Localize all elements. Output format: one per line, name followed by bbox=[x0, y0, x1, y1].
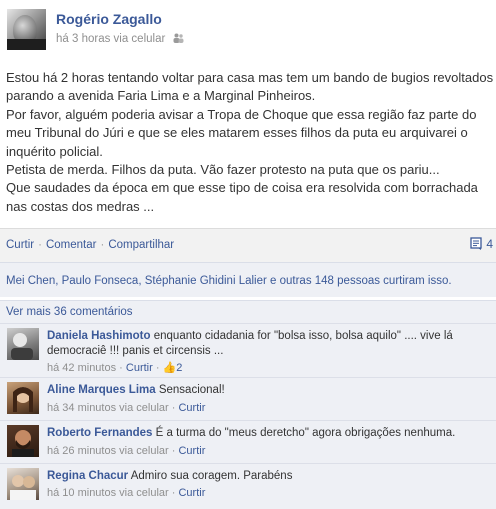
comment-meta: há 42 minutos · Curtir · 👍2 bbox=[47, 362, 183, 374]
commenter-name[interactable]: Roberto Fernandes bbox=[47, 427, 152, 439]
separator-dot: · bbox=[100, 239, 105, 251]
avatar-image bbox=[13, 387, 33, 412]
commenter-avatar[interactable] bbox=[7, 468, 39, 500]
commenter-avatar[interactable] bbox=[7, 382, 39, 414]
likes-bar: Mei Chen, Paulo Fonseca, Stéphanie Ghidi… bbox=[0, 262, 496, 297]
post-meta: há 3 horas via celular bbox=[56, 33, 184, 45]
comment-text: Regina Chacur Admiro sua coragem. Parabé… bbox=[47, 469, 487, 484]
avatar-image bbox=[12, 430, 34, 457]
comment-text: Daniela Hashimoto enquanto cidadania for… bbox=[47, 329, 487, 358]
post-paragraph: Estou há 2 horas tentando voltar para ca… bbox=[6, 70, 494, 104]
post-action-bar: Curtir · Comentar · Compartilhar 4 bbox=[0, 228, 496, 263]
author-avatar[interactable] bbox=[7, 9, 46, 50]
comment-bubble-icon bbox=[470, 237, 482, 250]
comment-body: Admiro sua coragem. Parabéns bbox=[130, 470, 293, 482]
comment-meta: há 10 minutos via celular · Curtir bbox=[47, 487, 206, 499]
comment-time[interactable]: há 34 minutos via celular bbox=[47, 402, 169, 414]
comment-time[interactable]: há 26 minutos via celular bbox=[47, 445, 169, 457]
comment-like-count[interactable]: 2 bbox=[176, 362, 182, 374]
comment-body: Sensacional! bbox=[158, 384, 225, 396]
avatar-image bbox=[10, 475, 36, 500]
comment-count-number: 4 bbox=[486, 237, 493, 251]
commenter-name[interactable]: Regina Chacur bbox=[47, 470, 128, 482]
comment-meta: há 34 minutos via celular · Curtir bbox=[47, 402, 206, 414]
comment-time[interactable]: há 10 minutos via celular bbox=[47, 487, 169, 499]
comment-item: Roberto Fernandes É a turma do "meus der… bbox=[0, 420, 496, 463]
friends-icon[interactable] bbox=[173, 33, 184, 43]
comment-like-link[interactable]: Curtir bbox=[126, 362, 153, 374]
comment-text: Aline Marques Lima Sensacional! bbox=[47, 383, 487, 398]
author-name[interactable]: Rogério Zagallo bbox=[56, 11, 162, 27]
post-paragraph: Que saudades da época em que esse tipo d… bbox=[6, 180, 478, 214]
comment-body: É a turma do "meus deretcho" agora obrig… bbox=[155, 427, 456, 439]
action-links: Curtir · Comentar · Compartilhar bbox=[6, 239, 174, 251]
post-body: Estou há 2 horas tentando voltar para ca… bbox=[6, 69, 494, 216]
comment-time[interactable]: há 42 minutos bbox=[47, 362, 116, 374]
thumbs-up-icon: 👍 bbox=[162, 362, 177, 374]
comment-like-link[interactable]: Curtir bbox=[178, 445, 205, 457]
avatar-shoulders bbox=[7, 39, 46, 50]
comment-meta: há 26 minutos via celular · Curtir bbox=[47, 445, 206, 457]
commenter-avatar[interactable] bbox=[7, 425, 39, 457]
post-paragraph: Por favor, alguém poderia avisar a Tropa… bbox=[6, 106, 477, 159]
view-more-comments: Ver mais 36 comentários bbox=[0, 300, 496, 323]
comment-like-link[interactable]: Curtir bbox=[178, 487, 205, 499]
post-timestamp[interactable]: há 3 horas via celular bbox=[56, 33, 165, 45]
comment-link[interactable]: Comentar bbox=[46, 239, 97, 251]
like-link[interactable]: Curtir bbox=[6, 239, 34, 251]
share-link[interactable]: Compartilhar bbox=[108, 239, 174, 251]
comment-count[interactable]: 4 bbox=[470, 237, 493, 251]
commenter-name[interactable]: Daniela Hashimoto bbox=[47, 330, 151, 342]
comment-item: Aline Marques Lima Sensacional! há 34 mi… bbox=[0, 377, 496, 420]
likes-summary[interactable]: Mei Chen, Paulo Fonseca, Stéphanie Ghidi… bbox=[6, 275, 452, 287]
comment-like-link[interactable]: Curtir bbox=[178, 402, 205, 414]
post-paragraph: Petista de merda. Filhos da puta. Vão fa… bbox=[6, 162, 440, 178]
comment-text: Roberto Fernandes É a turma do "meus der… bbox=[47, 426, 487, 441]
separator-dot: · bbox=[38, 239, 42, 251]
commenter-avatar[interactable] bbox=[7, 328, 39, 360]
view-more-link[interactable]: Ver mais 36 comentários bbox=[6, 306, 133, 318]
comment-item: Daniela Hashimoto enquanto cidadania for… bbox=[0, 323, 496, 377]
commenter-name[interactable]: Aline Marques Lima bbox=[47, 384, 156, 396]
comment-item: Regina Chacur Admiro sua coragem. Parabé… bbox=[0, 463, 496, 509]
avatar-image bbox=[11, 333, 33, 360]
